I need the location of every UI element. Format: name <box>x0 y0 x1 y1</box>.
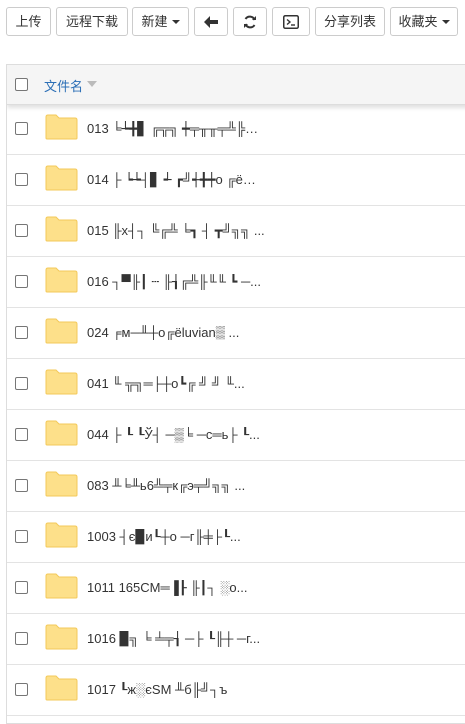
row-checkbox[interactable] <box>15 581 28 594</box>
favorites-button-label: 收藏夹 <box>398 14 438 29</box>
share-list-button-label: 分享列表 <box>323 14 376 29</box>
row-checkbox[interactable] <box>15 683 28 696</box>
file-table: 文件名 013 ╘┶╋▋ ╔╦╗ ┿╤╥╥╤╩╠╦╔... 014 ├ ┕┶┤▋ … <box>6 64 465 724</box>
terminal-button[interactable] <box>272 7 310 36</box>
folder-icon <box>45 624 78 650</box>
file-name-link[interactable]: 024 ╒м─╨┼o╔ëluvian▒ ... <box>87 325 239 340</box>
folder-icon <box>45 216 78 242</box>
file-row[interactable]: 041 ╙ ╦╗═├┼o┗╔ ╝ ╝ ╙... <box>7 359 465 410</box>
file-table-header: 文件名 <box>7 65 465 105</box>
new-dropdown-button[interactable]: 新建 <box>132 7 189 36</box>
remote-download-button-label: 远程下载 <box>65 14 118 29</box>
folder-icon <box>45 675 78 701</box>
select-all-checkbox[interactable] <box>15 78 28 91</box>
row-checkbox[interactable] <box>15 530 28 543</box>
terminal-icon <box>283 14 299 29</box>
file-name-link[interactable]: 1003 ┤є▉и┖┼o ─г╟╪├┖... <box>87 529 241 545</box>
file-row[interactable]: 1011 165CM═▐┠ ╟┃┐ ░o... <box>7 563 465 614</box>
file-row[interactable]: 024 ╒м─╨┼o╔ëluvian▒ ... <box>7 308 465 359</box>
folder-icon <box>45 420 78 446</box>
filename-column-header[interactable]: 文件名 <box>44 76 83 95</box>
chevron-down-icon <box>171 19 180 24</box>
folder-icon <box>45 114 78 140</box>
upload-button-label: 上传 <box>15 14 42 29</box>
file-name-link[interactable]: 014 ├ ┕┶┤▋ ┵ ┏╝┽╋┿o ╔ë@t... <box>87 172 267 188</box>
folder-icon <box>45 369 78 395</box>
file-row[interactable]: 1003 ┤є▉и┖┼o ─г╟╪├┖... <box>7 512 465 563</box>
share-list-button[interactable]: 分享列表 <box>315 7 385 36</box>
file-name-link[interactable]: 044 ├ ┖ ┖Ў┤ ─▒╘ ─c═ь├ ┖... <box>87 427 260 443</box>
file-row[interactable]: 1017 ┖ж░єSM ╨б╟╝┐ъ <box>7 665 465 716</box>
refresh-icon <box>244 15 256 28</box>
remote-download-button[interactable]: 远程下载 <box>56 7 128 36</box>
file-name-link[interactable]: 1016 ▉╗ ╘ ╧╤┧ ─├ ┖╟┼ ─г... <box>87 631 260 647</box>
file-row[interactable]: 083 ╨╘╨ь6╩╤к╔э╤╝╗╗ ... <box>7 461 465 512</box>
file-row[interactable]: 013 ╘┶╋▋ ╔╦╗ ┿╤╥╥╤╩╠╦╔... <box>7 104 465 155</box>
folder-icon <box>45 522 78 548</box>
file-row[interactable]: 015 ╟x┤┐ ╚╔╩ ╘┓ ┤ ┳╝╗╗ ... <box>7 206 465 257</box>
file-row[interactable]: 014 ├ ┕┶┤▋ ┵ ┏╝┽╋┿o ╔ë@t... <box>7 155 465 206</box>
row-checkbox[interactable] <box>15 632 28 645</box>
file-name-link[interactable]: 1011 165CM═▐┠ ╟┃┐ ░o... <box>87 580 247 596</box>
toolbar: 上传 远程下载 新建 分享列表 收藏夹 <box>0 0 465 46</box>
back-button[interactable] <box>194 7 228 36</box>
file-name-link[interactable]: 1017 ┖ж░єSM ╨б╟╝┐ъ <box>87 682 227 698</box>
file-row[interactable]: 1016 ▉╗ ╘ ╧╤┧ ─├ ┖╟┼ ─г... <box>7 614 465 665</box>
folder-icon <box>45 267 78 293</box>
folder-icon <box>45 573 78 599</box>
row-checkbox[interactable] <box>15 275 28 288</box>
row-checkbox[interactable] <box>15 224 28 237</box>
file-name-link[interactable]: 013 ╘┶╋▋ ╔╦╗ ┿╤╥╥╤╩╠╦╔... <box>87 121 267 137</box>
favorites-dropdown-button[interactable]: 收藏夹 <box>390 7 458 36</box>
folder-icon <box>45 318 78 344</box>
file-row[interactable]: 016 ┐▀╟┃ ┄ ╟┧╔╩╟╙╙ ┗ ─... <box>7 257 465 308</box>
folder-icon <box>45 471 78 497</box>
row-checkbox[interactable] <box>15 122 28 135</box>
sort-arrow-icon[interactable] <box>87 81 97 87</box>
file-list: 013 ╘┶╋▋ ╔╦╗ ┿╤╥╥╤╩╠╦╔... 014 ├ ┕┶┤▋ ┵ ┏╝… <box>7 104 465 716</box>
upload-button[interactable]: 上传 <box>6 7 51 36</box>
row-checkbox[interactable] <box>15 428 28 441</box>
row-checkbox[interactable] <box>15 479 28 492</box>
folder-icon <box>45 165 78 191</box>
new-button-label: 新建 <box>141 14 168 29</box>
file-row[interactable]: 044 ├ ┖ ┖Ў┤ ─▒╘ ─c═ь├ ┖... <box>7 410 465 461</box>
chevron-down-icon <box>441 19 450 24</box>
refresh-button[interactable] <box>233 7 267 36</box>
file-name-link[interactable]: 015 ╟x┤┐ ╚╔╩ ╘┓ ┤ ┳╝╗╗ ... <box>87 223 265 239</box>
row-checkbox[interactable] <box>15 377 28 390</box>
arrow-left-icon <box>204 15 218 28</box>
row-checkbox[interactable] <box>15 326 28 339</box>
row-checkbox[interactable] <box>15 173 28 186</box>
file-name-link[interactable]: 016 ┐▀╟┃ ┄ ╟┧╔╩╟╙╙ ┗ ─... <box>87 274 261 290</box>
file-name-link[interactable]: 083 ╨╘╨ь6╩╤к╔э╤╝╗╗ ... <box>87 478 245 493</box>
file-name-link[interactable]: 041 ╙ ╦╗═├┼o┗╔ ╝ ╝ ╙... <box>87 376 245 392</box>
